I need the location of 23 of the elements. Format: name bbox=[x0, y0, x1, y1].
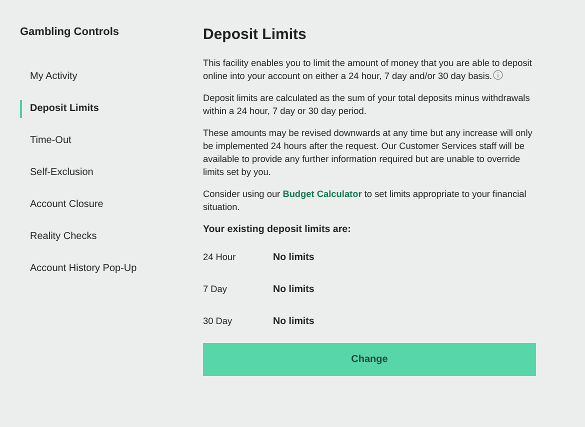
sidebar-item[interactable]: Time-Out bbox=[20, 132, 183, 150]
sidebar-item[interactable]: Account History Pop-Up bbox=[20, 260, 183, 278]
sidebar-item[interactable]: Account Closure bbox=[20, 196, 183, 214]
info-paragraph: These amounts may be revised downwards at any time but any increase will only be implemented 24 hours after the request. Our Customer Services staff will be available to provide any further information required but are unable to override limits set by you. bbox=[203, 127, 534, 179]
limit-period: 7 Day bbox=[203, 284, 228, 294]
limit-value: No limits bbox=[273, 316, 314, 326]
sidebar-item[interactable]: My Activity bbox=[20, 68, 183, 86]
info-paragraph: Deposit limits are calculated as the sum of your total deposits minus withdrawals within a 24 hour, 7 day or 30 day period. bbox=[203, 92, 531, 118]
limit-period: 24 Hour bbox=[203, 252, 237, 262]
change-button[interactable]: Change bbox=[203, 343, 536, 376]
sidebar-item[interactable]: Reality Checks bbox=[20, 228, 183, 246]
limit-period: 30 Day bbox=[203, 316, 234, 326]
limit-value: No limits bbox=[273, 252, 314, 262]
limits-heading: Your existing deposit limits are: bbox=[203, 224, 352, 235]
limit-value: No limits bbox=[273, 284, 314, 294]
page-title: Deposit Limits bbox=[203, 26, 308, 44]
budget-calculator-link[interactable]: Budget Calculator bbox=[282, 189, 362, 199]
sidebar-title: Gambling Controls bbox=[20, 26, 120, 39]
intro-paragraph: This facility enables you to limit the amount of money that you are able to deposit online into your account on either a 24 hour, 7 day and/or 30 day basis. bbox=[203, 57, 533, 83]
info-paragraph: Consider using our Budget Calculator to set limits appropriate to your financial situation. bbox=[203, 188, 528, 214]
sidebar-item[interactable]: Self-Exclusion bbox=[20, 164, 183, 182]
sidebar-item[interactable]: Deposit Limits bbox=[20, 100, 183, 118]
info-icon[interactable] bbox=[493, 70, 504, 80]
